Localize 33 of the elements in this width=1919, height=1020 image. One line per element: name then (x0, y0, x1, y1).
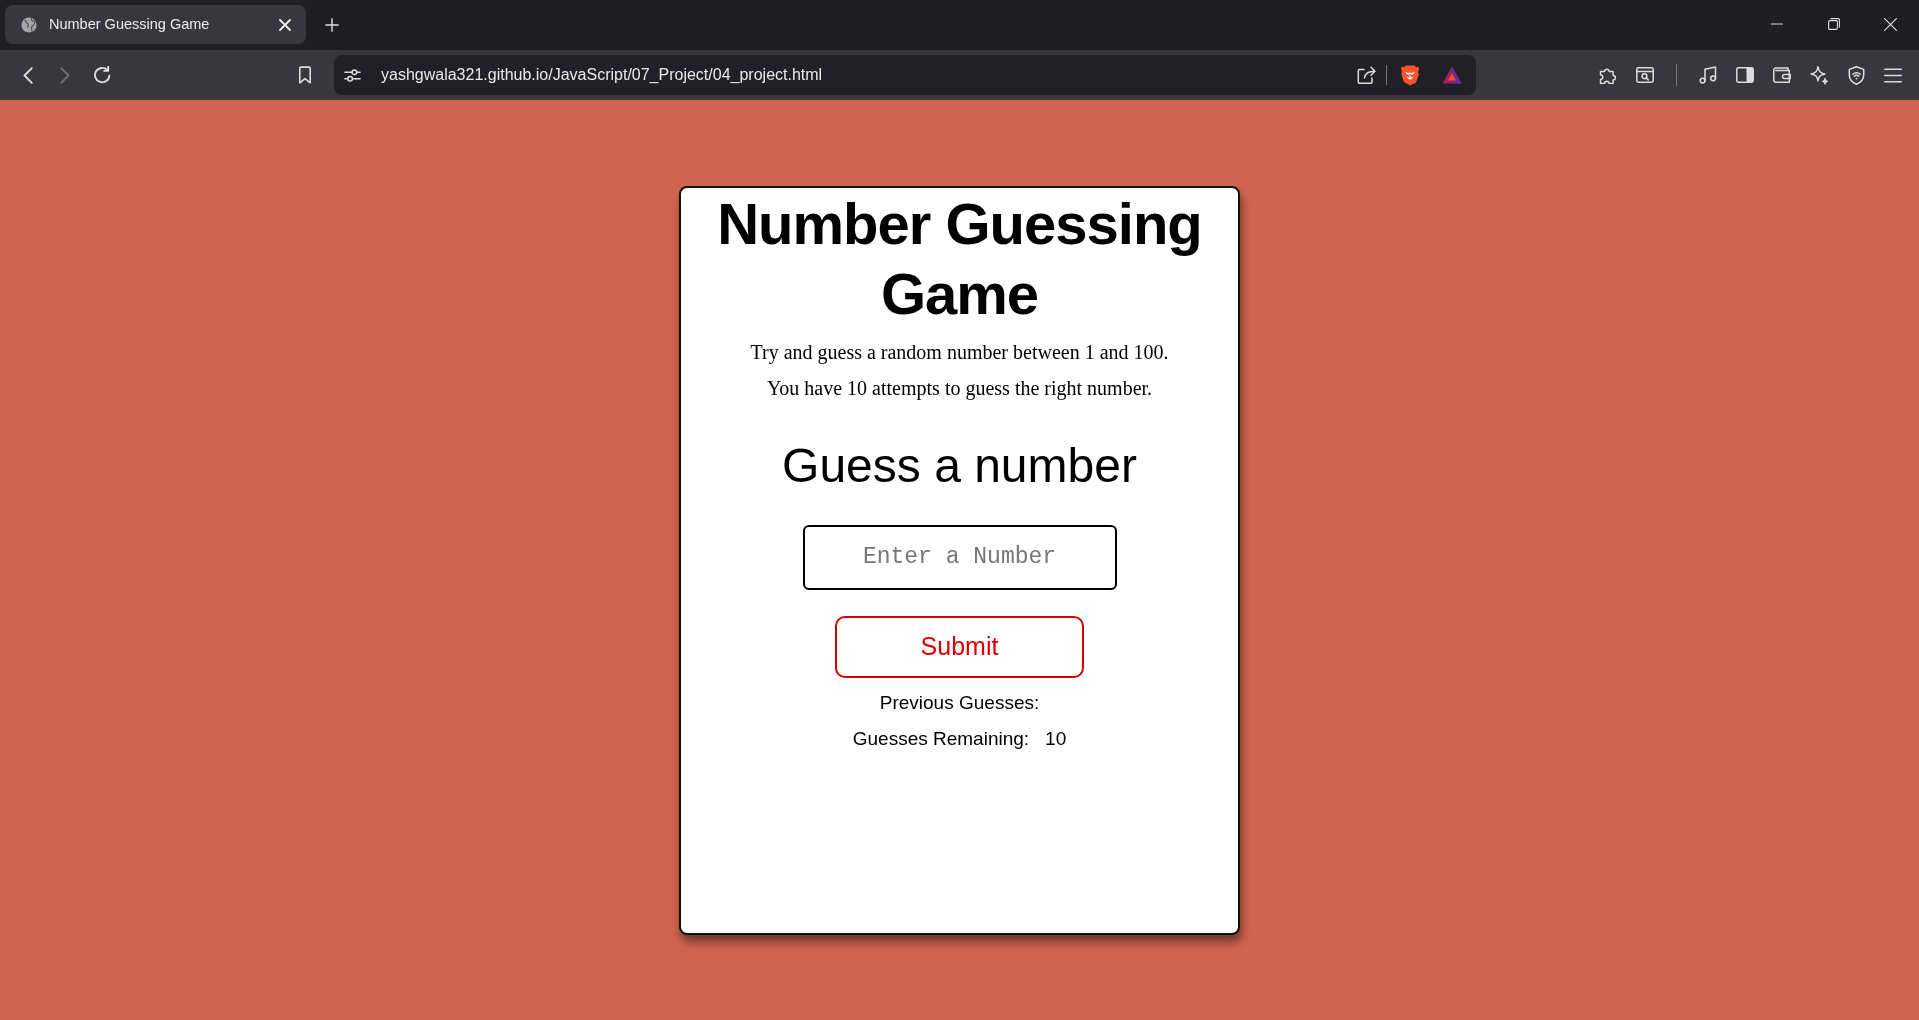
instructions-text: Try and guess a random number between 1 and 100. (749, 340, 1170, 364)
music-note-icon[interactable] (1699, 66, 1717, 84)
minimize-icon[interactable] (1770, 23, 1783, 25)
close-icon[interactable] (279, 18, 291, 31)
stat-label: Previous Guesses: (879, 690, 1040, 715)
close-icon[interactable] (1884, 17, 1897, 31)
stat-label: Guesses Remaining: (852, 727, 1030, 752)
submit-button[interactable]: Submit (835, 615, 1084, 678)
triangle-icon[interactable] (1442, 66, 1462, 84)
sparkle-icon[interactable] (1809, 65, 1829, 85)
back-icon[interactable] (23, 66, 33, 84)
crest-icon[interactable] (1401, 64, 1419, 86)
puzzle-icon[interactable] (1599, 66, 1617, 84)
page-search-icon[interactable] (1636, 67, 1654, 83)
plus-icon[interactable] (325, 17, 339, 32)
sliders-icon[interactable] (344, 68, 361, 82)
game-title: Number Guessing Game (716, 190, 1203, 328)
share-icon[interactable] (1357, 66, 1376, 84)
restore-icon[interactable] (1827, 18, 1840, 30)
shield-icon[interactable] (1847, 65, 1865, 85)
wallet-icon[interactable] (1773, 67, 1791, 83)
reload-icon[interactable] (93, 66, 111, 84)
sidebar-icon[interactable] (1736, 67, 1754, 83)
instructions-text: You have 10 attempts to guess the right number. (765, 376, 1154, 400)
browser-tab[interactable]: Number Guessing Game (5, 5, 306, 44)
menu-icon[interactable] (1884, 67, 1902, 83)
url-text[interactable]: yashgwala321.github.io/JavaScript/07_Project/04_project.html (381, 63, 823, 87)
globe-icon (21, 16, 37, 33)
bookmark-icon[interactable] (298, 66, 312, 84)
stat-value: 10 (1045, 727, 1067, 752)
prompt-heading: Guess a number (781, 438, 1138, 494)
address-bar[interactable]: yashgwala321.github.io/JavaScript/07_Project/04_project.html (334, 55, 1476, 95)
number-input[interactable]: Enter a Number (802, 524, 1117, 590)
